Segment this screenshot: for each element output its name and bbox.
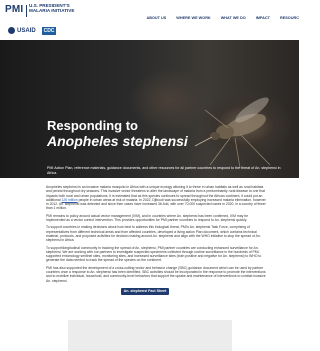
nav-item-what-we-do[interactable]: WHAT WE DO: [221, 16, 246, 20]
usaid-label: USAID: [17, 27, 36, 34]
usaid-logo[interactable]: USAID: [8, 27, 36, 34]
paragraph-sbc: PMI has also supported the development o…: [46, 265, 266, 283]
nav-item-where-we-work[interactable]: WHERE WE WORK: [176, 16, 210, 20]
embedded-content-placeholder: [68, 320, 232, 351]
nav-item-impact[interactable]: IMPACT: [256, 16, 270, 20]
nav-item-resources[interactable]: RESOURC: [280, 16, 299, 20]
paragraph-intro: Anopheles stephensi is an invasive malar…: [46, 185, 266, 211]
logo-divider: [26, 5, 27, 17]
paragraph-action-plan: To support countries in making decisions…: [46, 225, 261, 243]
main-content: Anopheles stephensi is an invasive malar…: [46, 185, 266, 286]
hero-description: PMI Action Plan, reference materials, gu…: [47, 166, 281, 175]
hero-title-line1: Responding to: [47, 118, 138, 133]
cdc-logo[interactable]: CDC: [42, 27, 56, 35]
logo-line2: MALARIA INITIATIVE: [29, 8, 75, 13]
pmi-logo[interactable]: PMI: [5, 4, 23, 15]
fact-sheet-button[interactable]: An. stephensi Fact Sheet: [121, 288, 169, 295]
mosquito-image: [194, 97, 271, 169]
main-nav: ABOUT US WHERE WE WORK WHAT WE DO IMPACT…: [146, 16, 299, 20]
hero-banner: Responding to Anopheles stephensi PMI Ac…: [0, 40, 299, 178]
nav-item-about-us[interactable]: ABOUT US: [146, 16, 166, 20]
hero-title-line2: Anopheles stephensi: [47, 133, 188, 149]
site-header: PMI U.S. PRESIDENT'S MALARIA INITIATIVE …: [0, 0, 299, 41]
paragraph-intro-b: people in urban areas at risk of malaria…: [46, 197, 266, 211]
paragraph-surveillance: To support/longitudinal community in tra…: [46, 245, 262, 263]
paragraph-ivm: PMI remains to policy around actual vect…: [46, 213, 249, 223]
usaid-seal-icon: [8, 27, 15, 34]
logo-subtitle: U.S. PRESIDENT'S MALARIA INITIATIVE: [29, 3, 74, 13]
